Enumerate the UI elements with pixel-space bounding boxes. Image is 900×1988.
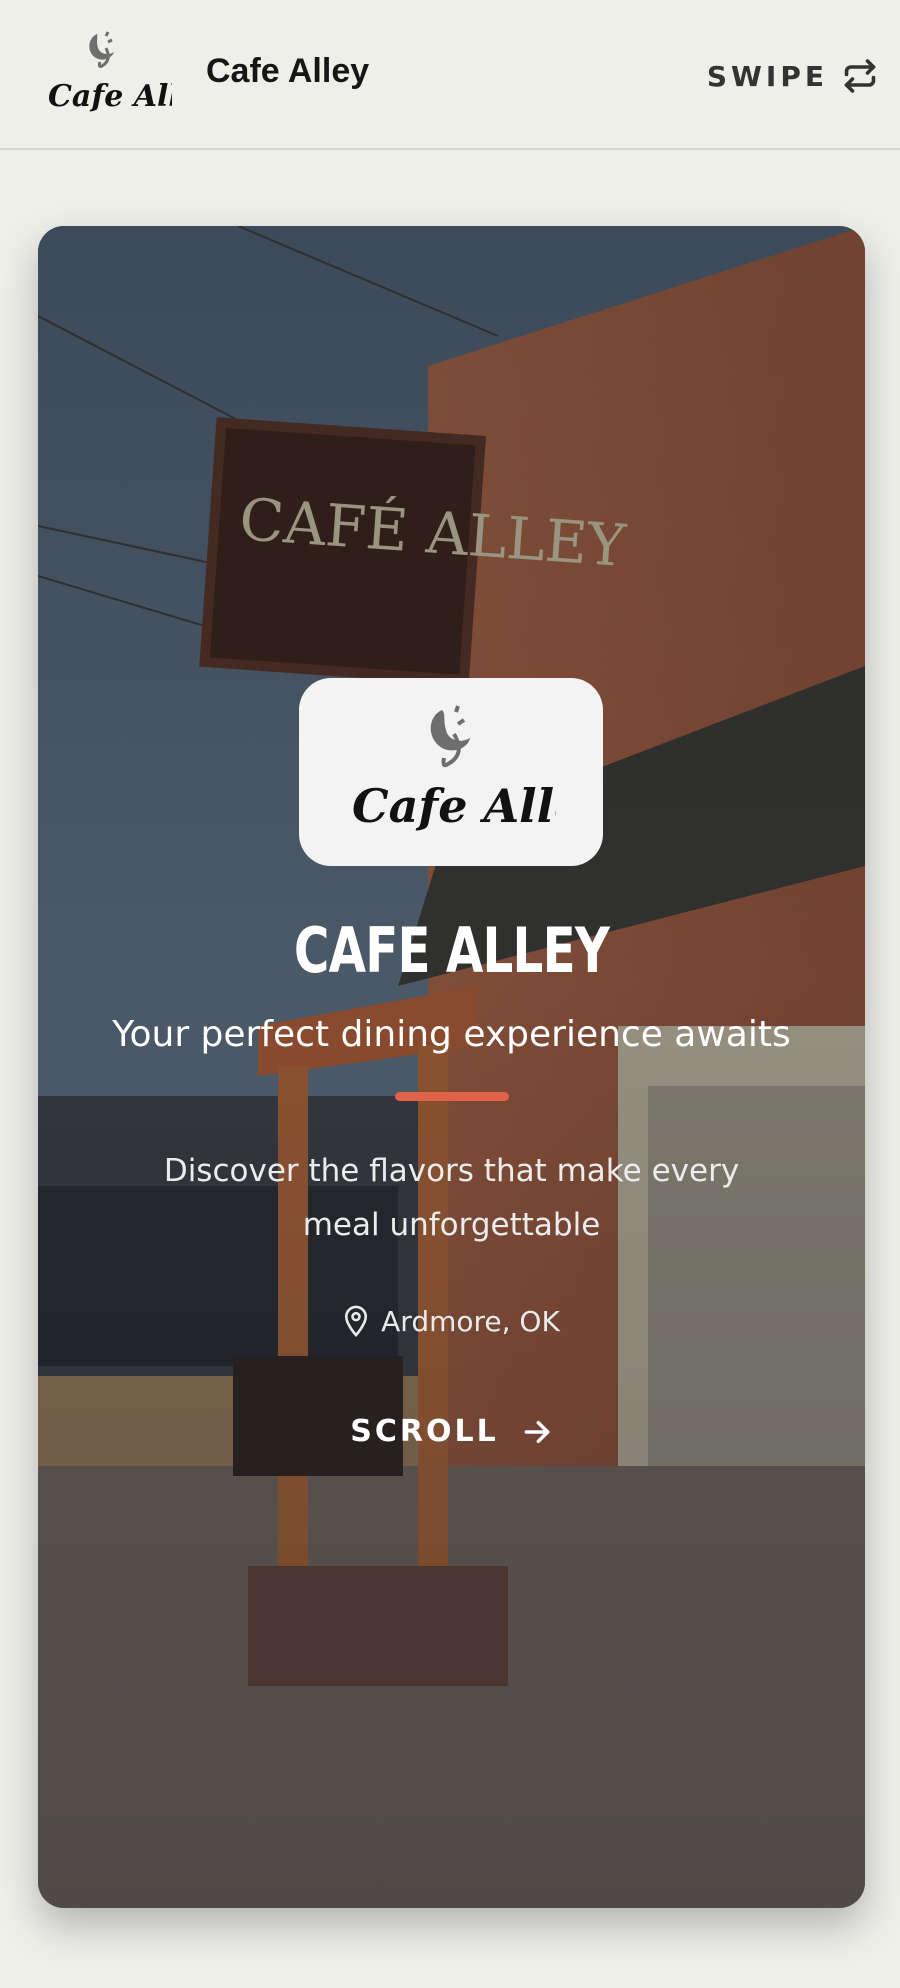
hero-card[interactable]: CAFÉ ALLEY Cafe Alley CAFE ALLEY Your pe… bbox=[38, 226, 865, 1908]
repeat-arrows-icon bbox=[844, 59, 876, 93]
cafe-alley-logo-icon[interactable]: Cafe Alley bbox=[42, 30, 172, 120]
swipe-toggle[interactable]: SWIPE bbox=[707, 54, 878, 98]
swipe-label: SWIPE bbox=[706, 59, 828, 93]
hero-description: Discover the flavors that make every mea… bbox=[163, 1153, 740, 1243]
scroll-label: SCROLL bbox=[350, 1414, 499, 1449]
accent-divider bbox=[395, 1092, 509, 1101]
top-header: Cafe Alley Cafe Alley SWIPE bbox=[0, 0, 900, 150]
image-overlay bbox=[38, 226, 865, 1908]
location-row: Ardmore, OK bbox=[38, 1304, 865, 1338]
hero-title: CAFE ALLEY bbox=[293, 914, 610, 987]
location-text: Ardmore, OK bbox=[381, 1304, 560, 1338]
site-title[interactable]: Cafe Alley bbox=[206, 52, 369, 91]
arrow-right-icon bbox=[524, 1420, 550, 1443]
map-pin-icon bbox=[345, 1305, 368, 1338]
cafe-alley-logo-icon: Cafe Alley bbox=[352, 705, 556, 833]
hero-tagline: Your perfect dining experience awaits bbox=[112, 1014, 791, 1055]
hero-logo-card: Cafe Alley bbox=[299, 678, 603, 866]
svg-text:Cafe Alley: Cafe Alley bbox=[352, 779, 556, 833]
svg-text:Cafe Alley: Cafe Alley bbox=[48, 79, 172, 114]
scroll-button[interactable]: SCROLL bbox=[38, 1414, 865, 1449]
